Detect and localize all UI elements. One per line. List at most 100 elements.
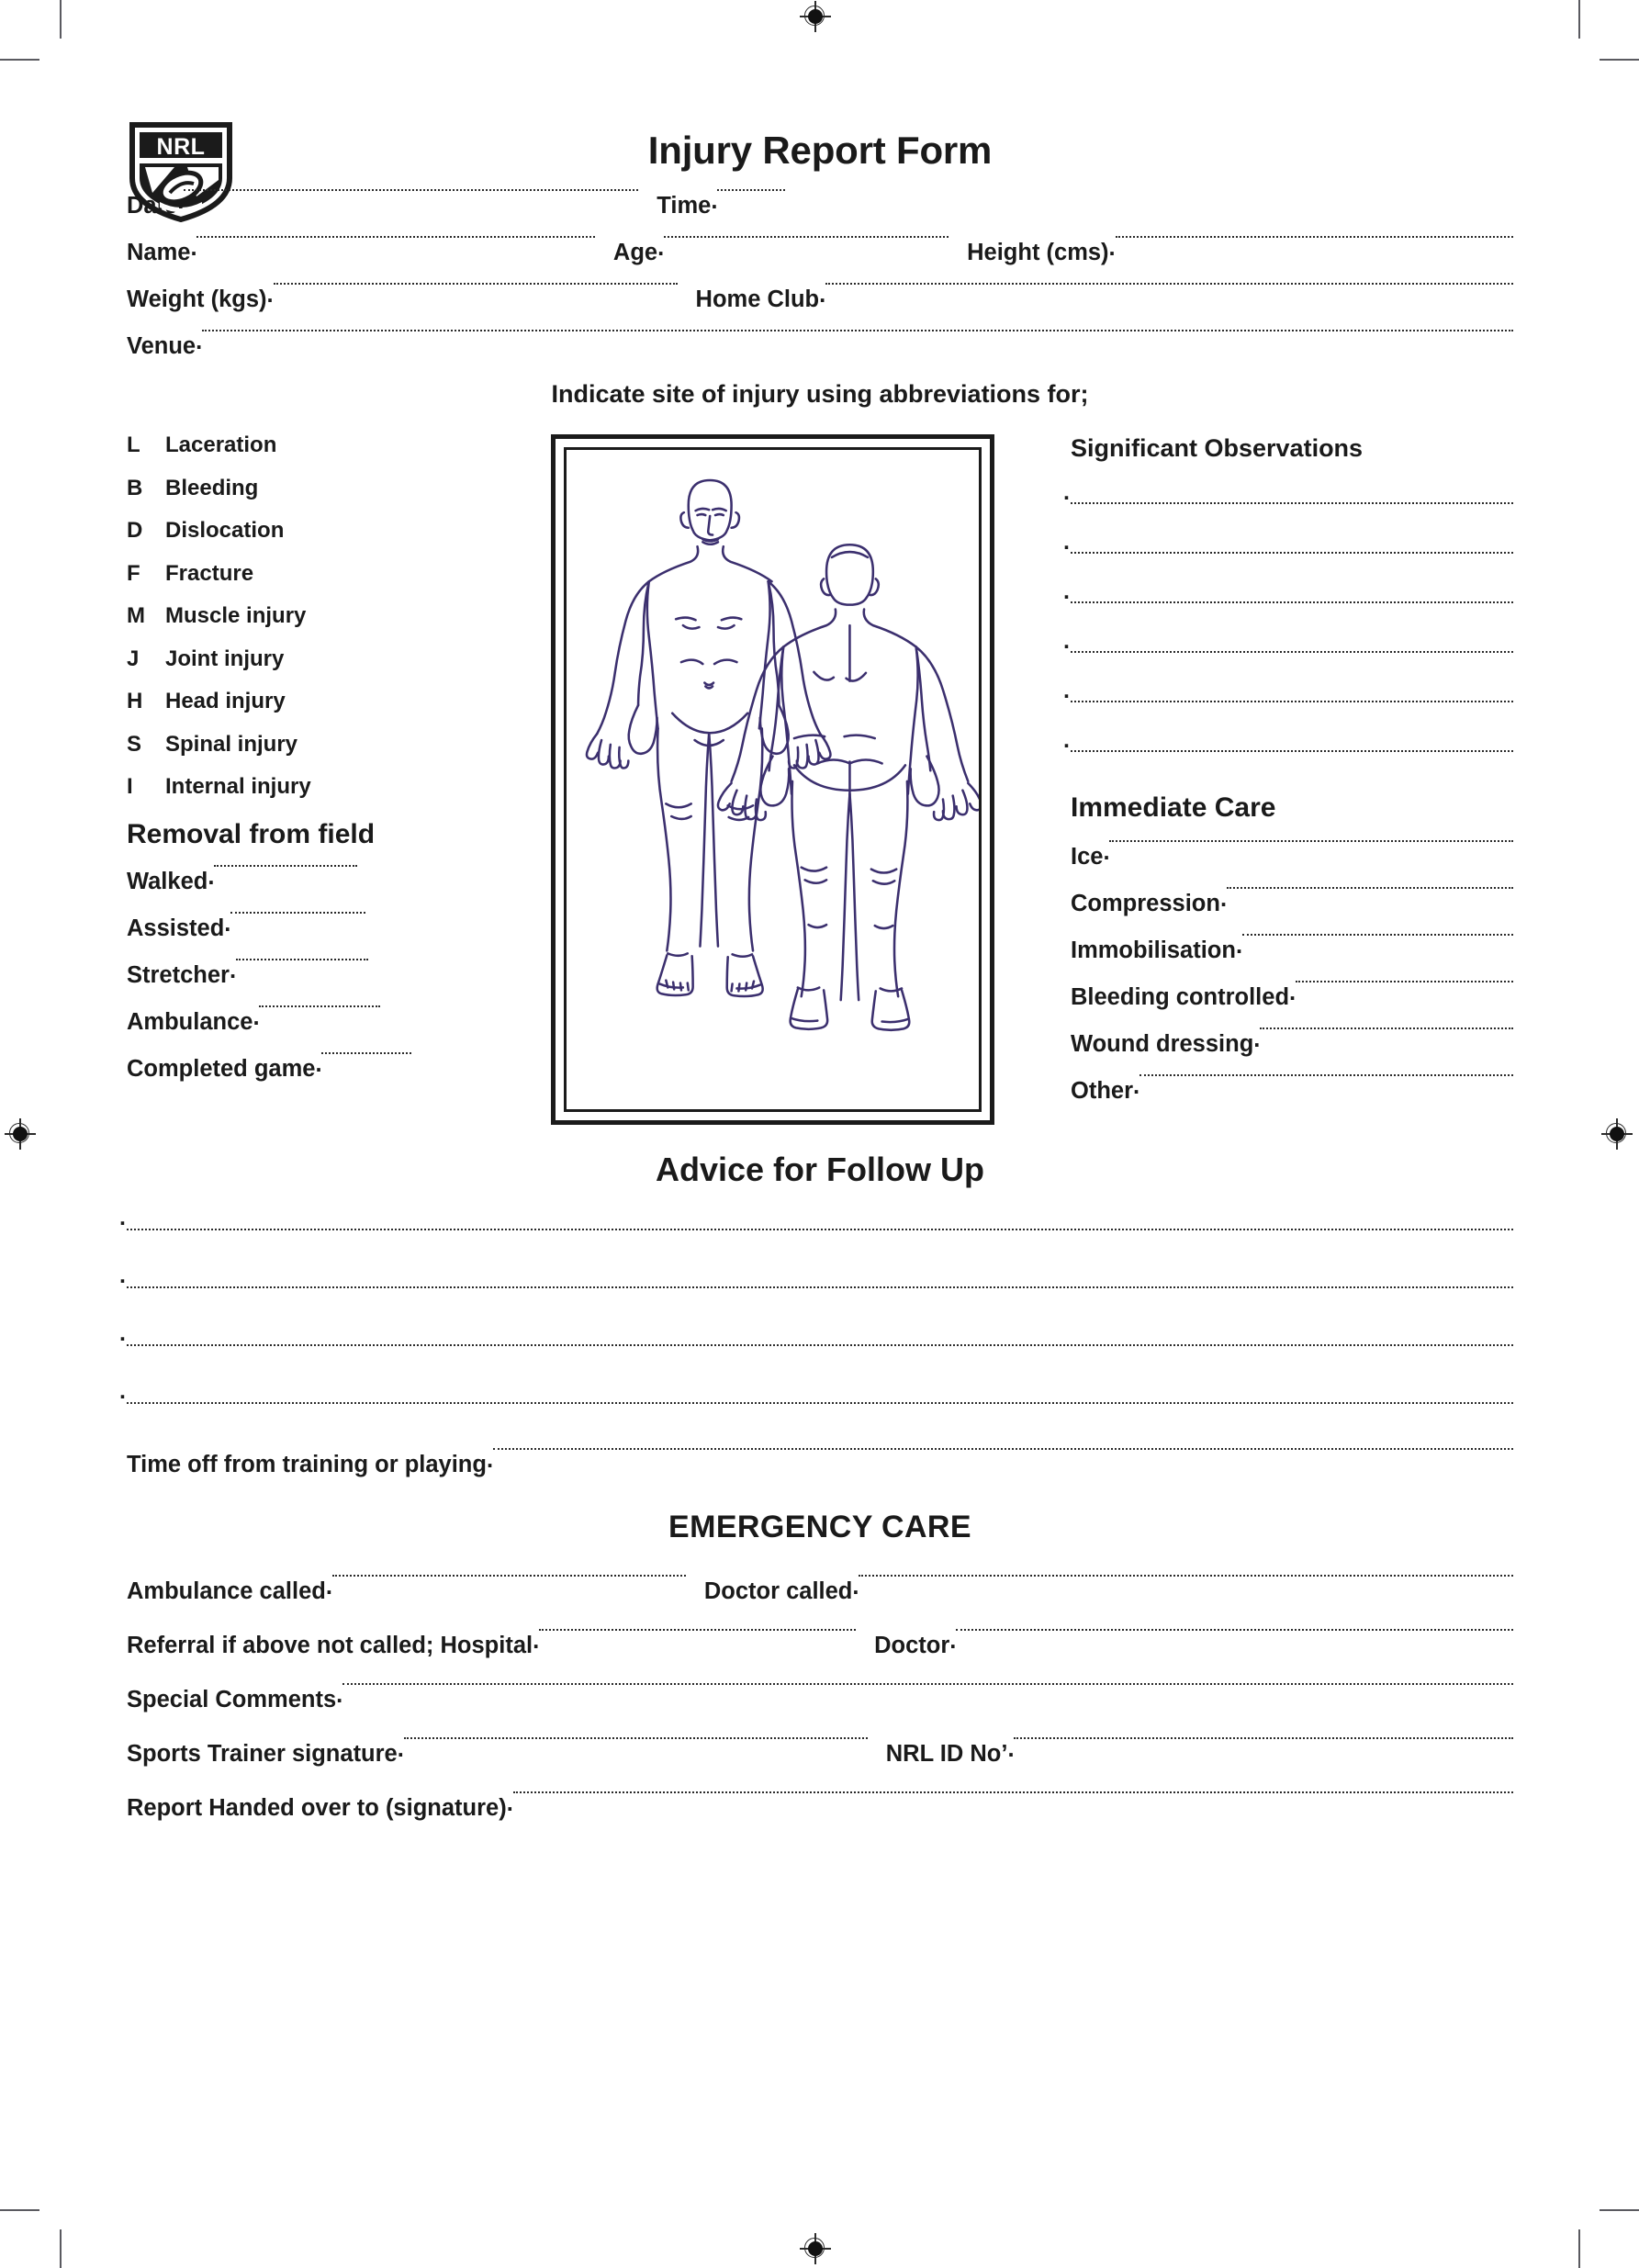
input-ice[interactable] <box>1109 839 1513 842</box>
body-figures-icon <box>585 478 979 1032</box>
middle-region: L Laceration B Bleeding D Dislocation F … <box>127 434 1513 1160</box>
input-name[interactable] <box>196 235 595 238</box>
legend-term: Internal injury <box>165 774 311 799</box>
left-column: L Laceration B Bleeding D Dislocation F … <box>127 434 494 1103</box>
input-date[interactable] <box>184 188 639 191</box>
legend-term: Head injury <box>165 689 286 713</box>
label-bleeding-controlled: Bleeding controlled <box>1071 984 1290 1010</box>
legend-term: Bleeding <box>165 475 259 500</box>
input-referral-hospital[interactable] <box>539 1628 857 1631</box>
input-weight[interactable] <box>273 282 678 285</box>
input-wound-dressing[interactable] <box>1260 1027 1513 1029</box>
input-advice-line[interactable] <box>119 1264 1513 1288</box>
label-wound-dressing: Wound dressing <box>1071 1031 1254 1057</box>
row-report-handed-over: Report Handed over to (signature) <box>127 1791 1513 1822</box>
legend-item: J Joint injury <box>127 646 494 671</box>
legend-term: Spinal injury <box>165 731 298 757</box>
input-time[interactable] <box>717 188 786 191</box>
legend-term: Fracture <box>165 560 254 586</box>
input-ambulance-called[interactable] <box>331 1574 686 1577</box>
row-date-time: Date Time <box>127 189 1513 219</box>
label-referral-doctor: Doctor <box>874 1633 950 1658</box>
input-sports-trainer-signature[interactable] <box>403 1736 868 1739</box>
legend-term: Muscle injury <box>165 603 307 628</box>
input-doctor-called[interactable] <box>859 1574 1513 1577</box>
label-ice: Ice <box>1071 844 1104 870</box>
label-other: Other <box>1071 1078 1134 1104</box>
input-observation-line[interactable] <box>1063 729 1513 752</box>
input-nrl-id-no[interactable] <box>1014 1736 1513 1739</box>
legend-term: Joint injury <box>165 646 285 671</box>
input-stretcher[interactable] <box>235 958 369 960</box>
row-referral-hospital-doctor: Referral if above not called; Hospital D… <box>127 1629 1513 1659</box>
injury-abbreviation-legend: L Laceration B Bleeding D Dislocation F … <box>127 434 494 798</box>
input-immobilisation[interactable] <box>1241 933 1513 936</box>
input-age[interactable] <box>664 235 949 238</box>
input-bleeding-controlled[interactable] <box>1296 980 1513 982</box>
legend-item: S Spinal injury <box>127 731 494 757</box>
input-completed-game[interactable] <box>321 1051 411 1054</box>
input-height[interactable] <box>1115 235 1514 238</box>
row-compression: Compression <box>1071 887 1513 917</box>
legend-item: B Bleeding <box>127 477 494 500</box>
legend-abbr: S <box>127 731 142 757</box>
input-other[interactable] <box>1139 1073 1513 1076</box>
row-ambulance: Ambulance <box>127 1005 494 1036</box>
body-diagram-box <box>551 434 994 1125</box>
label-height: Height (cms) <box>967 240 1109 265</box>
legend-abbr: H <box>127 689 143 713</box>
input-ambulance[interactable] <box>259 1005 380 1007</box>
input-special-comments[interactable] <box>342 1682 1513 1685</box>
legend-item: M Muscle injury <box>127 605 494 627</box>
input-advice-line[interactable] <box>119 1207 1513 1230</box>
row-special-comments: Special Comments <box>127 1683 1513 1713</box>
row-walked: Walked <box>127 864 494 895</box>
input-time-off[interactable] <box>492 1447 1513 1450</box>
row-time-off: Time off from training or playing <box>127 1448 1513 1478</box>
input-walked[interactable] <box>214 864 358 867</box>
legend-abbr: M <box>127 603 145 628</box>
input-advice-line[interactable] <box>119 1380 1513 1404</box>
label-stretcher: Stretcher <box>127 961 230 988</box>
label-time: Time <box>657 193 712 219</box>
label-weight: Weight (kgs) <box>127 286 267 312</box>
legend-item: F Fracture <box>127 560 494 586</box>
registration-target-icon-bottom <box>800 2233 831 2264</box>
input-observation-line[interactable] <box>1063 580 1513 603</box>
legend-item: I Internal injury <box>127 776 494 798</box>
legend-term: Laceration <box>165 432 277 457</box>
label-time-off: Time off from training or playing <box>127 1452 487 1477</box>
label-special-comments: Special Comments <box>127 1687 337 1712</box>
input-report-handed-over[interactable] <box>512 1791 1513 1793</box>
input-venue[interactable] <box>202 329 1513 331</box>
legend-item: L Laceration <box>127 434 494 456</box>
advice-follow-up-lines <box>119 1207 1513 1404</box>
label-ambulance: Ambulance <box>127 1008 253 1035</box>
input-observation-line[interactable] <box>1063 531 1513 554</box>
identity-block: Date Time Name Age Height (cms) Weight (… <box>127 189 1514 360</box>
indicate-instruction: Indicate site of injury using abbreviati… <box>551 380 1089 408</box>
crop-mark-top-left-vertical <box>60 0 62 39</box>
immediate-care-heading: Immediate Care <box>1071 792 1276 823</box>
label-completed-game: Completed game <box>127 1055 316 1082</box>
input-observation-line[interactable] <box>1063 679 1513 702</box>
row-ice: Ice <box>1071 840 1513 870</box>
label-doctor-called: Doctor called <box>703 1578 853 1604</box>
label-age: Age <box>612 240 658 265</box>
row-wound-dressing: Wound dressing <box>1071 1027 1513 1058</box>
body-diagram-canvas[interactable] <box>564 447 982 1112</box>
input-observation-line[interactable] <box>1063 630 1513 653</box>
input-advice-line[interactable] <box>119 1322 1513 1346</box>
input-observation-line[interactable] <box>1063 481 1513 504</box>
label-name: Name <box>127 240 191 265</box>
row-name-age-height: Name Age Height (cms) <box>127 236 1514 266</box>
input-home-club[interactable] <box>825 282 1513 285</box>
input-assisted[interactable] <box>230 911 366 914</box>
label-nrl-id-no: NRL ID No’ <box>885 1741 1008 1767</box>
registration-target-icon-left <box>5 1118 36 1150</box>
row-trainer-signature-nrl-id: Sports Trainer signature NRL ID No’ <box>127 1737 1513 1768</box>
input-referral-doctor[interactable] <box>956 1628 1513 1631</box>
row-ambulance-doctor-called: Ambulance called Doctor called <box>127 1575 1513 1605</box>
input-compression[interactable] <box>1226 886 1513 889</box>
crop-mark-bottom-left-vertical <box>60 2229 62 2268</box>
